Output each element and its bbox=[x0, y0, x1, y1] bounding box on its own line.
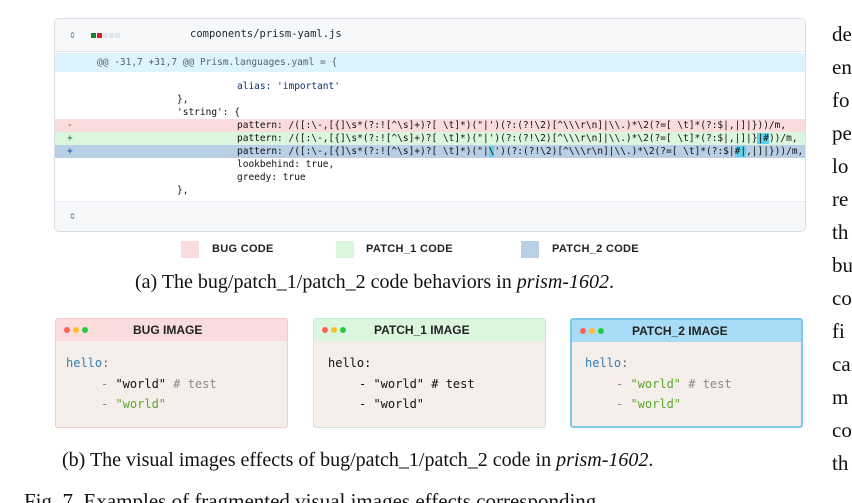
side-text-fragment: de bbox=[832, 22, 852, 46]
diff-file-header: ⇕ components/prism-yaml.js bbox=[55, 19, 805, 52]
yaml-line: hello: bbox=[66, 356, 110, 370]
code-text: }, bbox=[177, 185, 189, 196]
close-dot-icon bbox=[64, 327, 70, 333]
expand-icon[interactable]: ⇕ bbox=[69, 27, 76, 43]
maximize-dot-icon bbox=[598, 328, 604, 334]
side-text-fragment: th bbox=[832, 451, 849, 475]
caption-b: (b) The visual images effects of bug/pat… bbox=[62, 449, 654, 471]
card-body: hello: - "world" # test - "world" bbox=[314, 342, 545, 427]
side-text-fragment: en bbox=[832, 55, 852, 79]
diff-footer: ⇕ bbox=[55, 201, 805, 231]
diff-line: }, bbox=[55, 184, 805, 197]
card-title: BUG IMAGE bbox=[133, 323, 203, 337]
added-marker: + bbox=[67, 146, 73, 157]
bug-code-line: - pattern: /([:\-,[{]\s*(?:![^\s]+)?[ \t… bbox=[55, 119, 805, 132]
diffstat-deleted-square bbox=[97, 33, 102, 38]
diffstat-neutral-square bbox=[103, 33, 108, 38]
card-body: hello: - "world" # test - "world" bbox=[56, 342, 287, 427]
code-text: greedy: true bbox=[237, 172, 306, 183]
diff-filename[interactable]: components/prism-yaml.js bbox=[190, 28, 342, 40]
yaml-line: - "world" # test bbox=[616, 377, 732, 391]
legend-patch1-swatch bbox=[336, 241, 354, 258]
yaml-line: - "world" # test bbox=[359, 377, 475, 391]
diff-line: greedy: true bbox=[55, 171, 805, 184]
card-header: PATCH_2 IMAGE bbox=[572, 320, 801, 342]
card-body: hello: - "world" # test - "world" bbox=[572, 343, 801, 426]
code-text: 'string': { bbox=[177, 107, 240, 118]
legend-bug-swatch bbox=[181, 241, 199, 258]
caption-a: (a) The bug/patch_1/patch_2 code behavio… bbox=[135, 271, 614, 293]
diffstat-neutral-square bbox=[109, 33, 114, 38]
card-title: PATCH_2 IMAGE bbox=[632, 324, 728, 338]
side-text-fragment: m bbox=[832, 385, 849, 409]
legend-patch2-label: PATCH_2 CODE bbox=[552, 243, 639, 255]
card-header: BUG IMAGE bbox=[56, 319, 287, 341]
diffstat-added-square bbox=[91, 33, 96, 38]
yaml-line: - "world" bbox=[359, 397, 425, 411]
legend-patch1-label: PATCH_1 CODE bbox=[366, 243, 453, 255]
close-dot-icon bbox=[580, 328, 586, 334]
yaml-line: - "world" bbox=[616, 397, 682, 411]
side-text-fragment: bu bbox=[832, 253, 852, 277]
maximize-dot-icon bbox=[340, 327, 346, 333]
yaml-line: - "world" bbox=[101, 397, 167, 411]
minimize-dot-icon bbox=[73, 327, 79, 333]
yaml-line: hello: bbox=[328, 356, 372, 370]
side-text-fragment: co bbox=[832, 418, 852, 442]
side-text-fragment: co bbox=[832, 286, 852, 310]
legend-bug-label: BUG CODE bbox=[212, 243, 274, 255]
change-highlight: |# bbox=[757, 133, 769, 144]
legend-patch2-swatch bbox=[521, 241, 539, 258]
close-dot-icon bbox=[322, 327, 328, 333]
minimize-dot-icon bbox=[589, 328, 595, 334]
diff-line: alias: 'important' bbox=[55, 80, 805, 93]
figure-label-partial: Fig. 7. Examples of fragmented visual im… bbox=[24, 489, 597, 503]
code-text: pattern: /([:\-,[{]\s*(?:![^\s]+)?[ \t]*… bbox=[237, 120, 787, 131]
patch2-code-line: + pattern: /([:\-,[{]\s*(?:![^\s]+)?[ \t… bbox=[55, 145, 805, 158]
change-highlight: #| bbox=[734, 146, 747, 157]
code-text: pattern: /([:\-,[{]\s*(?:![^\s]+)?[ \t]*… bbox=[237, 133, 798, 144]
diffstat-neutral-square bbox=[115, 33, 120, 38]
code-text: lookbehind: true, bbox=[237, 159, 335, 170]
card-header: PATCH_1 IMAGE bbox=[314, 319, 545, 341]
expand-icon[interactable]: ⇕ bbox=[69, 208, 76, 224]
yaml-line: - "world" # test bbox=[101, 377, 217, 391]
card-title: PATCH_1 IMAGE bbox=[374, 323, 470, 337]
yaml-line: hello: bbox=[585, 356, 629, 370]
side-text-fragment: re bbox=[832, 187, 849, 211]
patch1-image-card: PATCH_1 IMAGE hello: - "world" # test - … bbox=[313, 318, 546, 428]
diff-line: 'string': { bbox=[55, 106, 805, 119]
side-text-fragment: ca bbox=[832, 352, 851, 376]
side-text-fragment: lo bbox=[832, 154, 849, 178]
bug-image-card: BUG IMAGE hello: - "world" # test - "wor… bbox=[55, 318, 288, 428]
code-text: }, bbox=[177, 94, 189, 105]
side-text-fragment: th bbox=[832, 220, 849, 244]
patch1-code-line: + pattern: /([:\-,[{]\s*(?:![^\s]+)?[ \t… bbox=[55, 132, 805, 145]
hunk-header-text: @@ -31,7 +31,7 @@ Prism.languages.yaml =… bbox=[97, 57, 338, 68]
maximize-dot-icon bbox=[82, 327, 88, 333]
added-marker: + bbox=[67, 133, 73, 144]
minimize-dot-icon bbox=[331, 327, 337, 333]
code-text: pattern: /([:\-,[{]\s*(?:![^\s]+)?[ \t]*… bbox=[237, 146, 804, 157]
side-text-fragment: pe bbox=[832, 121, 852, 145]
deleted-marker: - bbox=[67, 120, 73, 131]
hunk-header: @@ -31,7 +31,7 @@ Prism.languages.yaml =… bbox=[55, 53, 805, 72]
diff-line: }, bbox=[55, 93, 805, 106]
side-text-fragment: fo bbox=[832, 88, 850, 112]
code-text: alias: 'important' bbox=[237, 81, 340, 92]
diff-line: lookbehind: true, bbox=[55, 158, 805, 171]
patch2-image-card: PATCH_2 IMAGE hello: - "world" # test - … bbox=[570, 318, 803, 428]
side-text-fragment: fi bbox=[832, 319, 845, 343]
code-diff-panel: ⇕ components/prism-yaml.js @@ -31,7 +31,… bbox=[54, 18, 806, 232]
